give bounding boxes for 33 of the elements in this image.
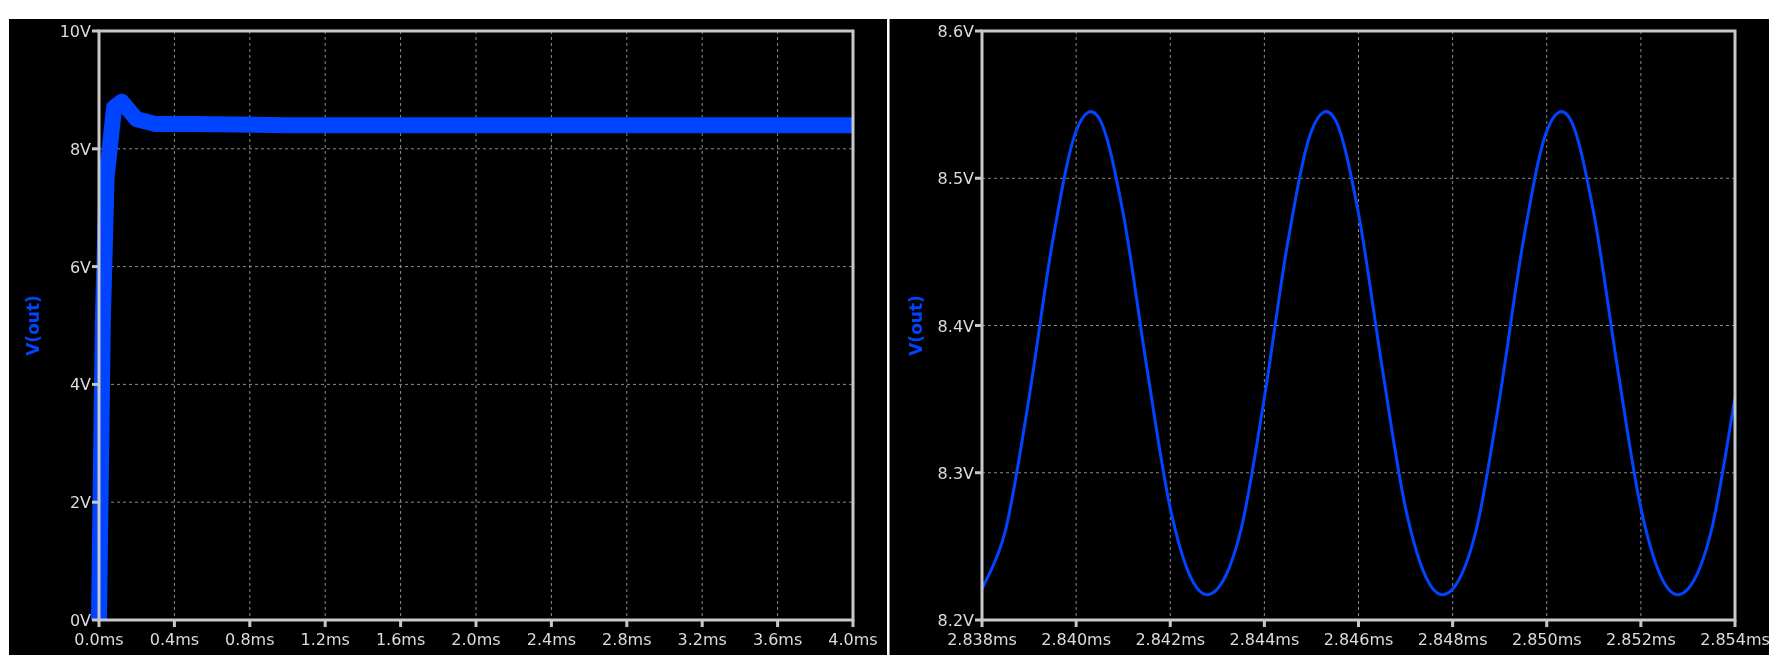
tick-label: 4.0ms — [828, 630, 878, 649]
tick-label: 2V — [69, 493, 91, 513]
tick-label: 2.838ms — [947, 630, 1017, 649]
tick-label: 2.8ms — [602, 630, 652, 649]
tick-label: 0.8ms — [225, 630, 275, 649]
tick-label: 1.2ms — [300, 630, 350, 649]
tick-label: 0.0ms — [74, 630, 124, 649]
tick-label: 2.4ms — [526, 630, 577, 649]
tick-label: 2.848ms — [1417, 630, 1488, 649]
tick-label: 2.850ms — [1511, 630, 1582, 649]
tick-label: 4V — [69, 375, 91, 395]
tick-label: 8V — [69, 139, 91, 159]
tick-label: 8.3V — [937, 463, 974, 483]
tick-label: 6V — [69, 257, 91, 277]
tick-label: 3.6ms — [752, 630, 803, 649]
tick-label: 8.6V — [937, 22, 974, 41]
tick-label: 8.5V — [937, 169, 974, 189]
tick-label: 1.6ms — [375, 630, 426, 649]
tick-label: 8.2V — [937, 611, 974, 630]
tick-label: 10V — [59, 22, 91, 41]
tick-label: 2.846ms — [1323, 630, 1394, 649]
tick-label: 0.4ms — [149, 630, 200, 649]
y-axis-label: V(out) — [906, 295, 926, 356]
y-axis-label: V(out) — [23, 295, 43, 356]
tick-label: 2.844ms — [1229, 630, 1300, 649]
tick-label: 2.840ms — [1041, 630, 1111, 649]
tick-label: 8.4V — [937, 316, 974, 336]
tick-label: 2.0ms — [451, 630, 501, 649]
tick-label: 2.842ms — [1135, 630, 1206, 649]
tick-label: 3.2ms — [677, 630, 727, 649]
tick-label: 2.852ms — [1606, 630, 1676, 649]
tick-label: 0V — [69, 611, 91, 630]
tick-label: 2.854ms — [1700, 630, 1769, 649]
